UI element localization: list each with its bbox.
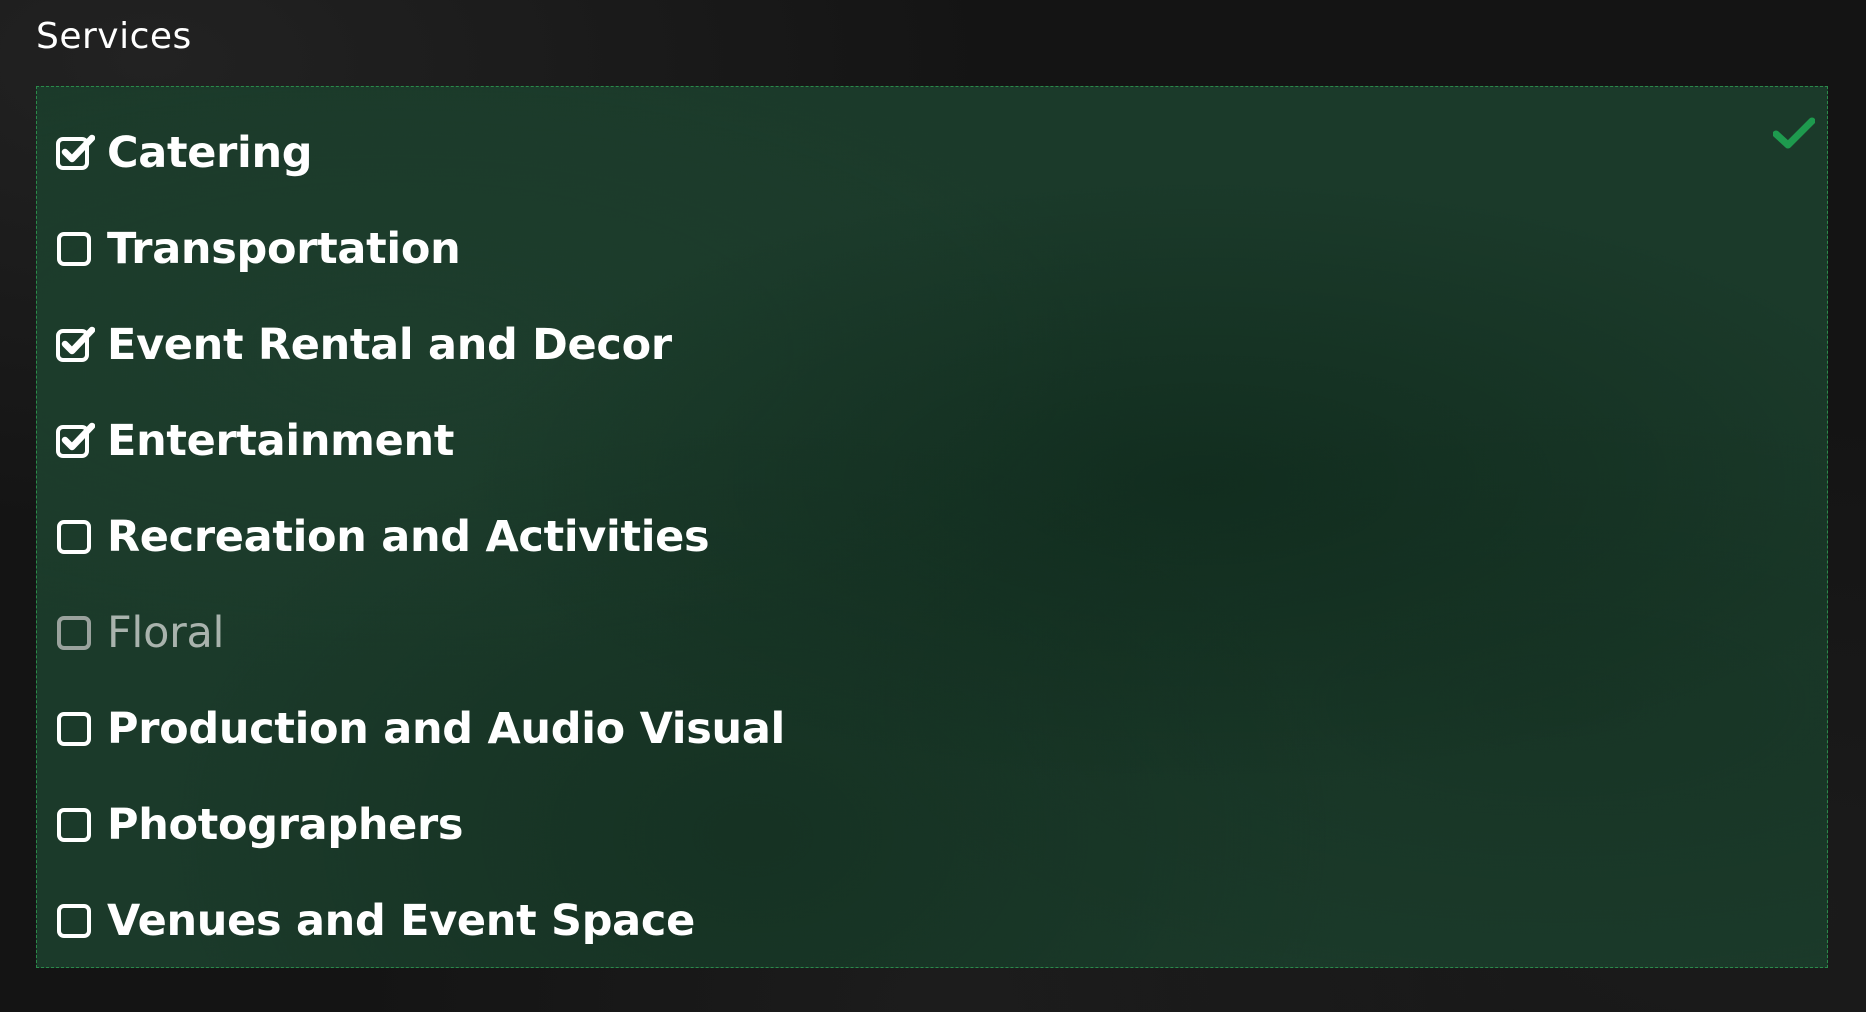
service-option-label: Entertainment bbox=[107, 416, 455, 466]
checkbox-checked-icon[interactable] bbox=[55, 325, 95, 365]
checkbox-unchecked-icon[interactable] bbox=[55, 901, 95, 941]
service-option-production-and-audio-visual[interactable]: Production and Audio Visual bbox=[55, 681, 785, 777]
service-option-floral[interactable]: Floral bbox=[55, 585, 785, 681]
services-checkbox-panel: Catering Transportation Event Rental and… bbox=[36, 86, 1828, 968]
service-option-photographers[interactable]: Photographers bbox=[55, 777, 785, 873]
checkbox-unchecked-icon[interactable] bbox=[55, 805, 95, 845]
service-option-entertainment[interactable]: Entertainment bbox=[55, 393, 785, 489]
service-option-label: Production and Audio Visual bbox=[107, 704, 785, 754]
service-option-catering[interactable]: Catering bbox=[55, 105, 785, 201]
service-option-label: Photographers bbox=[107, 800, 464, 850]
service-option-transportation[interactable]: Transportation bbox=[55, 201, 785, 297]
service-option-label: Venues and Event Space bbox=[107, 896, 695, 946]
service-option-label: Event Rental and Decor bbox=[107, 320, 672, 370]
service-option-label: Catering bbox=[107, 128, 313, 178]
services-field-label: Services bbox=[36, 16, 192, 57]
checkbox-checked-icon[interactable] bbox=[55, 133, 95, 173]
checkbox-unchecked-icon[interactable] bbox=[55, 517, 95, 557]
service-option-label: Recreation and Activities bbox=[107, 512, 710, 562]
service-option-label: Transportation bbox=[107, 224, 461, 274]
service-option-recreation-and-activities[interactable]: Recreation and Activities bbox=[55, 489, 785, 585]
checkbox-unchecked-icon[interactable] bbox=[55, 613, 95, 653]
checkbox-unchecked-icon[interactable] bbox=[55, 229, 95, 269]
service-option-label: Floral bbox=[107, 608, 225, 658]
services-checkbox-list: Catering Transportation Event Rental and… bbox=[55, 105, 785, 969]
valid-checkmark-icon bbox=[1773, 117, 1815, 149]
service-option-event-rental-and-decor[interactable]: Event Rental and Decor bbox=[55, 297, 785, 393]
service-option-venues-and-event-space[interactable]: Venues and Event Space bbox=[55, 873, 785, 969]
checkbox-unchecked-icon[interactable] bbox=[55, 709, 95, 749]
checkbox-checked-icon[interactable] bbox=[55, 421, 95, 461]
